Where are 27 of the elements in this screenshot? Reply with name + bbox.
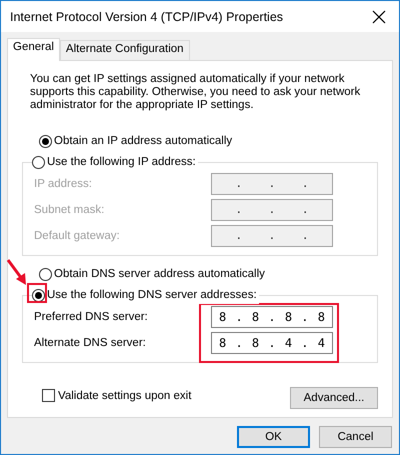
- radio-label[interactable]: Obtain an IP address automatically: [54, 135, 232, 147]
- dialog-button[interactable]: Cancel: [319, 426, 392, 448]
- radio-button[interactable]: [39, 134, 52, 148]
- radio-button[interactable]: [32, 156, 45, 168]
- tab[interactable]: General: [7, 38, 60, 61]
- ip-address-field[interactable]: 8 . 8 . 8 . 8: [211, 306, 333, 328]
- checkbox-label[interactable]: Validate settings upon exit: [58, 390, 192, 402]
- ip-address-field[interactable]: 8 . 8 . 4 . 4: [211, 332, 333, 354]
- description-text: You can get IP settings assigned automatically if your network supports this capability. Otherwise, you need to ask your network administrator for the appropriate IP settings.: [30, 73, 362, 112]
- radio-button[interactable]: [32, 288, 45, 302]
- checkbox[interactable]: [42, 389, 55, 402]
- radio-label[interactable]: Obtain DNS server address automatically: [54, 268, 265, 280]
- close-icon[interactable]: [372, 10, 386, 24]
- dialog-button[interactable]: OK: [237, 426, 310, 448]
- field-label: Preferred DNS server:: [34, 311, 148, 323]
- advanced-button[interactable]: Advanced...: [290, 387, 378, 409]
- highlight-box: [27, 283, 47, 303]
- field-label: Alternate DNS server:: [34, 337, 146, 349]
- field-label: IP address:: [34, 178, 92, 190]
- radio-label[interactable]: Use the following DNS server addresses:: [47, 289, 257, 301]
- radio-button[interactable]: [39, 268, 52, 280]
- field-label: Default gateway:: [34, 230, 120, 242]
- pointer-arrow: [6, 258, 28, 286]
- tab[interactable]: Alternate Configuration: [60, 40, 190, 60]
- window-title: Internet Protocol Version 4 (TCP/IPv4) Properties: [10, 10, 284, 24]
- radio-label[interactable]: Use the following IP address:: [47, 156, 196, 168]
- field-label: Subnet mask:: [34, 204, 104, 216]
